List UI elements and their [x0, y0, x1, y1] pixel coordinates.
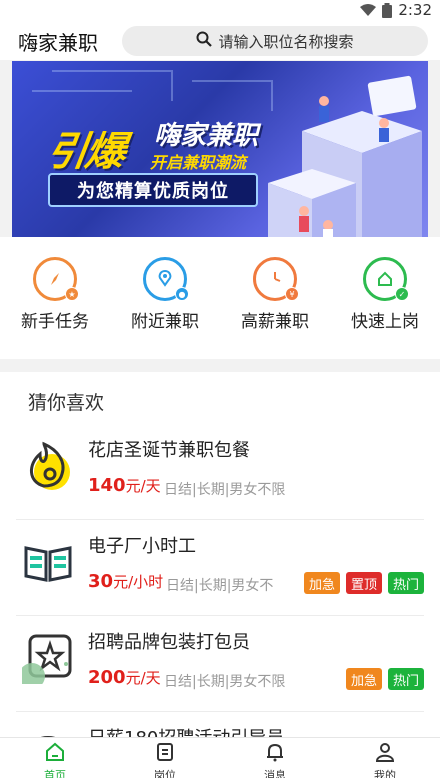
bell-icon	[265, 742, 285, 766]
star-icon	[19, 632, 74, 689]
nav-home[interactable]: 首页	[0, 738, 110, 778]
tag-urgent: 加急	[345, 668, 382, 690]
nav-profile[interactable]: 我的	[330, 738, 440, 778]
job-meta: 日结|长期|男女不	[166, 578, 274, 594]
book-icon	[22, 536, 74, 588]
job-pay: 30元/小时	[88, 571, 164, 592]
tag-urgent: 加急	[303, 572, 340, 594]
job-card[interactable]: 花店圣诞节兼职包餐 140元/天 日结|长期|男女不限	[16, 424, 424, 520]
recommend-section: 猜你喜欢 花店圣诞节兼职包餐 140元/天 日结|长期|男女不限 电子厂小时工 …	[0, 372, 440, 740]
clock-time: 2:32	[398, 1, 432, 19]
quick-entry-newbie[interactable]: ★ 新手任务	[0, 237, 110, 359]
search-placeholder: 请输入职位名称搜索	[218, 32, 354, 51]
home-icon	[45, 742, 65, 766]
tag-hot: 热门	[387, 668, 424, 690]
job-title: 花店圣诞节兼职包餐	[88, 440, 250, 461]
flame-icon	[22, 440, 74, 492]
job-meta: 日结|长期|男女不限	[164, 674, 286, 690]
battery-icon	[382, 2, 393, 18]
job-tags: 加急 热门	[345, 668, 424, 690]
job-card[interactable]: 招聘品牌包装打包员 200元/天 日结|长期|男女不限 加急 热门	[16, 616, 424, 712]
section-title: 猜你喜欢	[28, 392, 105, 414]
quick-entry-bar: ★ 新手任务 ● 附近兼职 ¥ 高薪兼职 ✓ 快速上岗	[0, 237, 440, 359]
job-tags: 加急 置顶 热门	[303, 572, 424, 594]
clock-icon: ¥	[253, 257, 299, 301]
banner-subtitle: 为您精算优质岗位	[48, 173, 258, 207]
bottom-nav: 首页 岗位 消息 我的	[0, 737, 440, 778]
quick-entry-fast[interactable]: ✓ 快速上岗	[330, 237, 440, 359]
banner-headline: 引爆	[44, 129, 127, 175]
promo-banner[interactable]: 引爆 嗨家兼职 开启兼职潮流 为您精算优质岗位	[12, 61, 428, 237]
home-clock-icon: ✓	[363, 257, 409, 301]
app-header: 嗨家兼职 请输入职位名称搜索	[0, 22, 440, 60]
job-title: 招聘品牌包装打包员	[88, 632, 250, 653]
job-meta: 日结|长期|男女不限	[164, 482, 286, 498]
wifi-icon	[360, 3, 377, 17]
quick-entry-highpay[interactable]: ¥ 高薪兼职	[220, 237, 330, 359]
job-pay: 200元/天	[88, 667, 161, 688]
job-pay: 140元/天	[88, 475, 161, 496]
tag-pinned: 置顶	[345, 572, 382, 594]
compass-icon: ★	[33, 257, 79, 301]
location-icon: ●	[143, 257, 189, 301]
banner-brand: 嗨家兼职	[154, 121, 259, 151]
document-icon	[155, 742, 175, 766]
search-input[interactable]: 请输入职位名称搜索	[122, 26, 428, 56]
nav-messages[interactable]: 消息	[220, 738, 330, 778]
search-icon	[196, 31, 213, 51]
banner-slogan: 开启兼职潮流	[150, 153, 247, 172]
status-bar: 2:32	[0, 0, 440, 22]
job-card[interactable]: 日薪180招聘活动引导员	[16, 712, 424, 740]
tag-hot: 热门	[387, 572, 424, 594]
user-icon	[375, 742, 395, 766]
quick-entry-nearby[interactable]: ● 附近兼职	[110, 237, 220, 359]
app-title: 嗨家兼职	[18, 30, 98, 55]
nav-jobs[interactable]: 岗位	[110, 738, 220, 778]
job-card[interactable]: 电子厂小时工 30元/小时 日结|长期|男女不 加急 置顶 热门	[16, 520, 424, 616]
job-title: 电子厂小时工	[88, 536, 196, 557]
